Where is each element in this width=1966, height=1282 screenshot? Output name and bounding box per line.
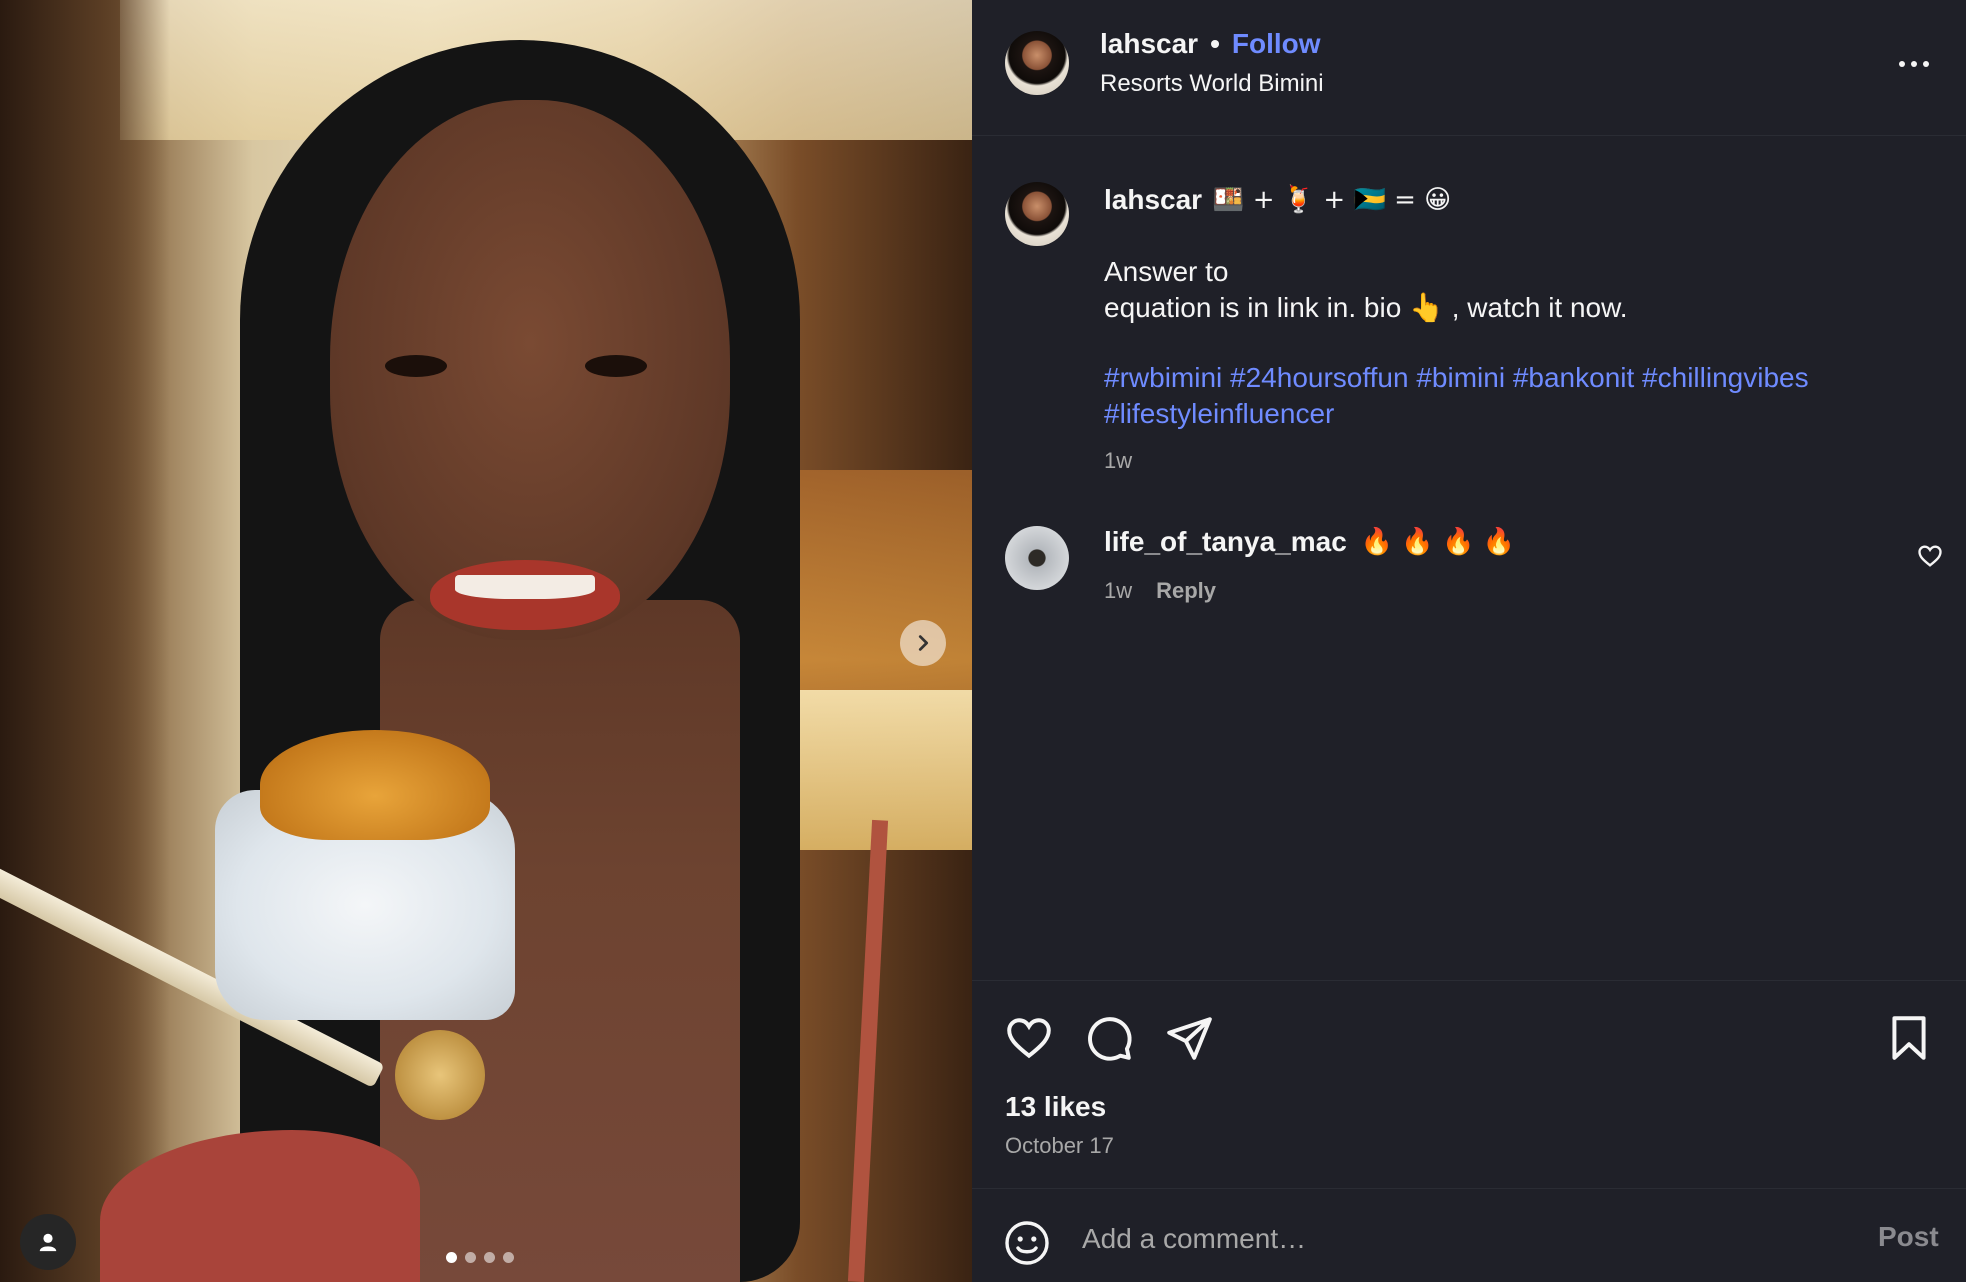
carousel-dot: [503, 1252, 514, 1263]
caption-text: Answer to equation is in link in. bio 👆 …: [1104, 254, 1924, 326]
comment-input[interactable]: [1082, 1217, 1782, 1261]
carousel-dot: [484, 1252, 495, 1263]
photo-eye-right: [585, 355, 647, 377]
photo-pendant: [395, 1030, 485, 1120]
photo-teeth: [455, 575, 595, 599]
post-date: October 17: [1005, 1133, 1114, 1158]
more-options-button[interactable]: [1892, 46, 1936, 82]
more-horizontal-icon: [1923, 61, 1929, 67]
photo-eye-left: [385, 355, 447, 377]
more-horizontal-icon: [1911, 61, 1917, 67]
photo-sushi-topping: [260, 730, 490, 840]
header-name-row: lahscar • Follow: [1100, 28, 1321, 60]
post-comment-button[interactable]: Post: [1878, 1221, 1939, 1253]
more-horizontal-icon: [1899, 61, 1905, 67]
caption-username[interactable]: lahscar: [1104, 184, 1202, 216]
comment-line: life_of_tanya_mac 🔥 🔥 🔥 🔥: [1104, 526, 1515, 558]
caption-timestamp: 1w: [1104, 448, 1133, 473]
caption-hashtags: #rwbimini #24hoursoffun #bimini #bankoni…: [1104, 360, 1924, 432]
heart-outline-icon[interactable]: [1916, 542, 1944, 570]
caption-line: Answer to: [1104, 256, 1229, 287]
caption-header: lahscar 🍱 + 🍹 + 🇧🇸 = 😀: [1104, 184, 1451, 216]
tagged-users-button[interactable]: [20, 1214, 76, 1270]
header-separator: •: [1210, 28, 1220, 59]
user-icon: [39, 1233, 57, 1252]
commenter-avatar[interactable]: [1005, 526, 1069, 590]
caption-author-avatar[interactable]: [1005, 182, 1069, 246]
comment-item: life_of_tanya_mac 🔥 🔥 🔥 🔥 1w Reply: [972, 520, 1966, 610]
commenter-username[interactable]: life_of_tanya_mac: [1104, 526, 1347, 558]
carousel-dot: [446, 1252, 457, 1263]
reply-button[interactable]: Reply: [1156, 578, 1216, 604]
carousel-dot: [465, 1252, 476, 1263]
chevron-right-icon: [918, 635, 929, 651]
header-username[interactable]: lahscar: [1100, 28, 1198, 60]
comment-bubble-icon[interactable]: [1084, 1013, 1134, 1063]
post-side-panel: lahscar • Follow Resorts World Bimini la…: [972, 0, 1966, 1282]
carousel-dots: [446, 1252, 514, 1263]
comment-meta: 1w Reply: [1104, 578, 1216, 604]
comment-text: 🔥 🔥 🔥 🔥: [1360, 527, 1516, 557]
post-actions: 13 likes October 17: [972, 980, 1966, 1158]
author-avatar[interactable]: [1005, 31, 1069, 95]
caption-line: equation is in link in. bio 👆 , watch it…: [1104, 292, 1628, 323]
follow-button[interactable]: Follow: [1232, 28, 1321, 60]
paper-plane-icon[interactable]: [1164, 1013, 1214, 1063]
photo-left-wall: [0, 0, 170, 1282]
hashtag-link[interactable]: #24hoursoffun: [1230, 362, 1409, 393]
location-link[interactable]: Resorts World Bimini: [1100, 70, 1324, 98]
hashtag-link[interactable]: #bimini: [1416, 362, 1505, 393]
post-header: lahscar • Follow Resorts World Bimini: [972, 0, 1966, 136]
hashtag-link[interactable]: #lifestyleinfluencer: [1104, 398, 1334, 429]
hashtag-link[interactable]: #rwbimini: [1104, 362, 1222, 393]
heart-outline-icon[interactable]: [1004, 1013, 1054, 1063]
likes-count[interactable]: 13 likes: [1005, 1091, 1106, 1123]
add-comment-bar: Post: [972, 1188, 1966, 1282]
post-media[interactable]: [0, 0, 972, 1282]
smiley-icon[interactable]: [1003, 1219, 1051, 1267]
next-slide-button[interactable]: [900, 620, 946, 666]
comment-timestamp: 1w: [1104, 578, 1133, 603]
caption-emoji-equation: 🍱 + 🍹 + 🇧🇸 = 😀: [1212, 185, 1452, 215]
photo-strap: [847, 819, 889, 1282]
hashtag-link[interactable]: #chillingvibes: [1642, 362, 1809, 393]
hashtag-link[interactable]: #bankonit: [1513, 362, 1634, 393]
bookmark-icon[interactable]: [1884, 1013, 1934, 1063]
